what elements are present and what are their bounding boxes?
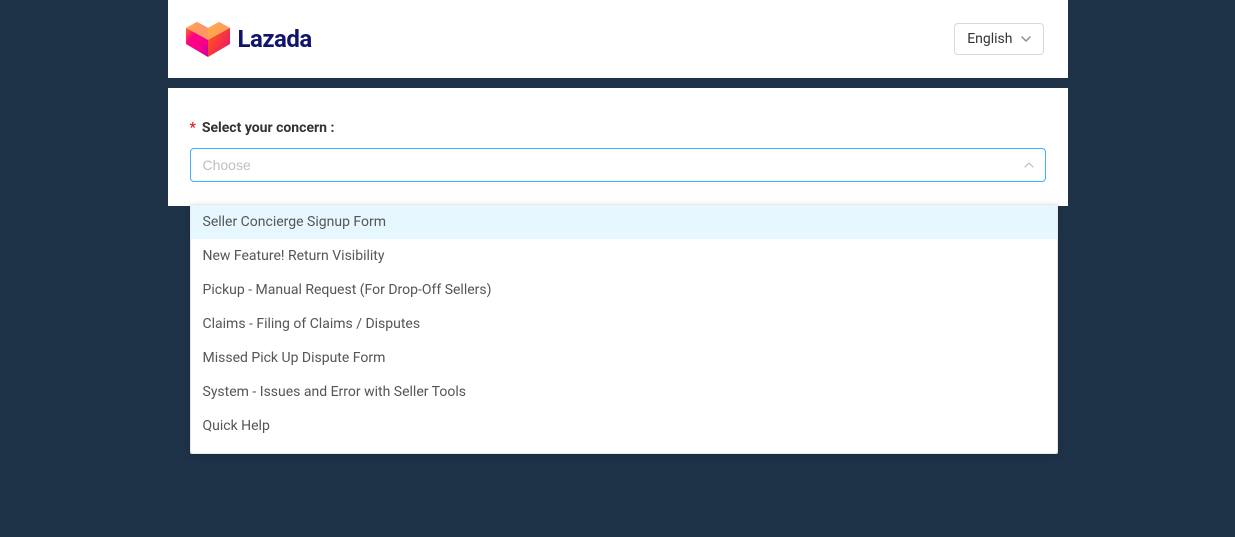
form-card: * Select your concern : Seller Concierge… <box>168 88 1068 206</box>
dropdown-option[interactable]: Pickup - Manual Request (For Drop-Off Se… <box>191 273 1057 307</box>
dropdown-option[interactable]: Claims - Filing of Claims / Disputes <box>191 307 1057 341</box>
required-asterisk: * <box>190 120 196 136</box>
dropdown-option[interactable]: New Feature! Return Visibility <box>191 239 1057 273</box>
dropdown-option[interactable]: Quick Help <box>191 409 1057 443</box>
chevron-down-icon <box>1021 36 1031 42</box>
dropdown-option[interactable]: Missed Pick Up Dispute Form <box>191 341 1057 375</box>
header: Lazada English <box>168 0 1068 78</box>
brand-logo: Lazada <box>186 20 312 58</box>
concern-dropdown[interactable]: Seller Concierge Signup FormNew Feature!… <box>190 204 1058 454</box>
concern-select-wrapper <box>190 148 1046 182</box>
concern-select-input[interactable] <box>190 148 1046 182</box>
dropdown-option[interactable]: Other requests <box>191 443 1057 454</box>
language-current: English <box>967 31 1012 47</box>
lazada-heart-icon <box>186 20 230 58</box>
dropdown-option[interactable]: System - Issues and Error with Seller To… <box>191 375 1057 409</box>
concern-label: * Select your concern : <box>190 120 1046 136</box>
dropdown-option[interactable]: Seller Concierge Signup Form <box>191 205 1057 239</box>
language-selector[interactable]: English <box>954 23 1043 55</box>
brand-name: Lazada <box>238 25 312 53</box>
concern-label-text: Select your concern : <box>202 120 335 136</box>
